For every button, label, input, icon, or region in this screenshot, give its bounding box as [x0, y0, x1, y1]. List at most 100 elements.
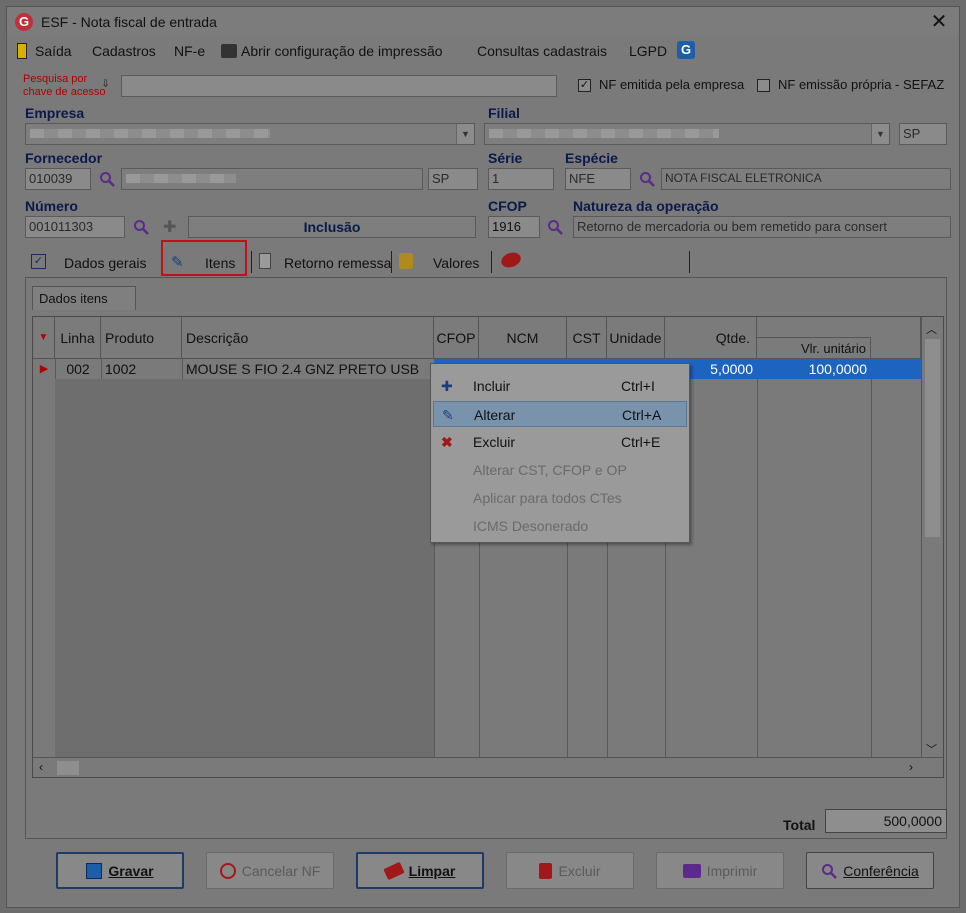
ctx-excluir-shortcut: Ctrl+E	[621, 434, 661, 450]
numero-input[interactable]: 001011303	[25, 216, 125, 238]
conferencia-button[interactable]: Conferência	[806, 852, 934, 889]
save-icon	[86, 862, 103, 879]
trash-icon	[539, 862, 553, 879]
add-icon[interactable]: ✚	[163, 217, 176, 237]
ctx-excluir[interactable]: ✖ Excluir Ctrl+E	[433, 429, 687, 455]
tab-valores[interactable]: Valores	[395, 249, 491, 275]
vertical-scrollbar[interactable]: ︿ ﹀	[921, 317, 943, 757]
cell-produto: 1002	[105, 361, 137, 377]
ctx-incluir[interactable]: ✚ Incluir Ctrl+I	[433, 373, 687, 399]
menu-consultas-cadastrais[interactable]: Consultas cadastrais	[477, 43, 607, 59]
nota-fiscal-window: G ESF - Nota fiscal de entrada ✕ Saída C…	[6, 6, 960, 908]
fornecedor-name-field	[121, 168, 423, 190]
tab-separator	[251, 251, 252, 273]
gravar-button[interactable]: Gravar	[56, 852, 184, 889]
add-icon: ✚	[441, 378, 453, 394]
fornecedor-code-input[interactable]: 010039	[25, 168, 91, 190]
filial-select[interactable]: ▼	[484, 123, 890, 145]
excluir-button[interactable]: Excluir	[506, 852, 634, 889]
context-menu: ✚ Incluir Ctrl+I ✎ Alterar Ctrl+A ✖ Excl…	[430, 363, 690, 543]
tab-separator	[391, 251, 392, 273]
subtab-dados-itens[interactable]: Dados itens	[32, 286, 136, 310]
cell-descricao: MOUSE S FIO 2.4 GNZ PRETO USB	[186, 361, 420, 377]
imprimir-label: Imprimir	[706, 862, 758, 879]
fornecedor-redacted	[126, 174, 236, 183]
window-title: ESF - Nota fiscal de entrada	[41, 14, 217, 30]
cell-vlr-unitario: 100,0000	[808, 361, 867, 377]
vertical-scroll-thumb[interactable]	[925, 339, 940, 537]
ctx-icms-desonerado[interactable]: ICMS Desonerado	[433, 513, 687, 539]
numero-search-icon[interactable]	[133, 219, 149, 235]
especie-input[interactable]: NFE	[565, 168, 631, 190]
scroll-left-icon[interactable]: ‹	[39, 760, 43, 774]
natureza-label: Natureza da operação	[573, 198, 719, 214]
ctx-alterar[interactable]: ✎ Alterar Ctrl+A	[433, 401, 687, 427]
cancelar-nf-button[interactable]: Cancelar NF	[206, 852, 334, 889]
check-icon: ✓	[31, 254, 46, 269]
ctx-alterar-cst-cfop-op[interactable]: Alterar CST, CFOP e OP	[433, 457, 687, 483]
col-linha[interactable]: Linha	[55, 317, 101, 359]
cfop-input[interactable]: 1916	[488, 216, 540, 238]
scroll-down-icon[interactable]: ﹀	[926, 741, 937, 757]
fornecedor-search-icon[interactable]	[99, 171, 115, 187]
app-logo-icon: G	[15, 13, 33, 31]
row-indicator-icon: ▶	[39, 363, 49, 375]
horizontal-scroll-thumb[interactable]	[57, 761, 79, 775]
col-vlr-unitario[interactable]: Vlr. unitário	[757, 337, 871, 359]
ctx-alterar-shortcut: Ctrl+A	[622, 407, 662, 423]
horizontal-scrollbar[interactable]: ‹ ›	[33, 757, 943, 777]
serie-label: Série	[488, 150, 523, 166]
cfop-label: CFOP	[488, 198, 527, 214]
access-key-input[interactable]	[121, 75, 557, 97]
conferencia-label: Conferência	[843, 862, 919, 879]
close-button[interactable]: ✕	[925, 10, 953, 34]
ctx-aplicar-todos-ctes[interactable]: Aplicar para todos CTes	[433, 485, 687, 511]
cfop-search-icon[interactable]	[547, 219, 563, 235]
filial-uf-field: SP	[899, 123, 947, 145]
especie-search-icon[interactable]	[639, 171, 655, 187]
highlight-box	[161, 240, 247, 276]
ctx-alterar-cst-label: Alterar CST, CFOP e OP	[473, 462, 627, 478]
tab-retorno-remessa[interactable]: Retorno remessa	[255, 249, 391, 275]
col-descricao[interactable]: Descrição	[182, 317, 434, 359]
fornecedor-label: Fornecedor	[25, 150, 103, 166]
menu-lgpd[interactable]: LGPD	[629, 43, 667, 59]
filial-dropdown-icon[interactable]: ▼	[871, 124, 889, 144]
serie-input[interactable]: 1	[488, 168, 554, 190]
edit-icon: ✎	[442, 407, 454, 423]
total-field: 500,0000	[825, 809, 947, 833]
printer-icon	[221, 44, 237, 58]
col-ncm[interactable]: NCM	[479, 317, 567, 359]
menu-cadastros[interactable]: Cadastros	[92, 43, 156, 59]
grid-indicator-header[interactable]: ▼	[33, 317, 55, 359]
search-label-line1: Pesquisa por	[23, 73, 88, 85]
scroll-right-icon[interactable]: ›	[909, 760, 913, 774]
tab-extra[interactable]	[495, 249, 689, 275]
col-cfop[interactable]: CFOP	[434, 317, 479, 359]
imprimir-button[interactable]: Imprimir	[656, 852, 784, 889]
coins-icon	[399, 253, 413, 269]
empresa-select[interactable]: ▼	[25, 123, 475, 145]
search-icon	[822, 863, 838, 879]
menu-abrir-configuracao-impressao[interactable]: Abrir configuração de impressão	[241, 43, 443, 59]
col-produto[interactable]: Produto	[101, 317, 182, 359]
menu-saida[interactable]: Saída	[35, 43, 72, 59]
empresa-dropdown-icon[interactable]: ▼	[456, 124, 474, 144]
limpar-button[interactable]: Limpar	[356, 852, 484, 889]
excluir-label: Excluir	[558, 862, 601, 879]
scroll-up-icon[interactable]: ︿	[926, 321, 937, 337]
col-qtde[interactable]: Qtde.	[665, 317, 757, 359]
fornecedor-uf-field: SP	[428, 168, 478, 190]
natureza-field: Retorno de mercadoria ou bem remetido pa…	[573, 216, 951, 238]
col-cst[interactable]: CST	[567, 317, 607, 359]
lgpd-logo-icon[interactable]: G	[677, 41, 695, 59]
search-label: Pesquisa por chave de acesso	[23, 73, 106, 99]
tab-retorno-remessa-label: Retorno remessa	[284, 255, 392, 271]
numero-label: Número	[25, 198, 78, 214]
col-unidade[interactable]: Unidade	[607, 317, 665, 359]
tab-dados-gerais[interactable]: ✓ Dados gerais	[21, 249, 161, 275]
nf-emitida-checkbox[interactable]: ✓	[578, 79, 591, 92]
menu-nfe[interactable]: NF-e	[174, 43, 205, 59]
nf-emissao-propria-checkbox[interactable]	[757, 79, 770, 92]
col-divider	[757, 359, 758, 757]
